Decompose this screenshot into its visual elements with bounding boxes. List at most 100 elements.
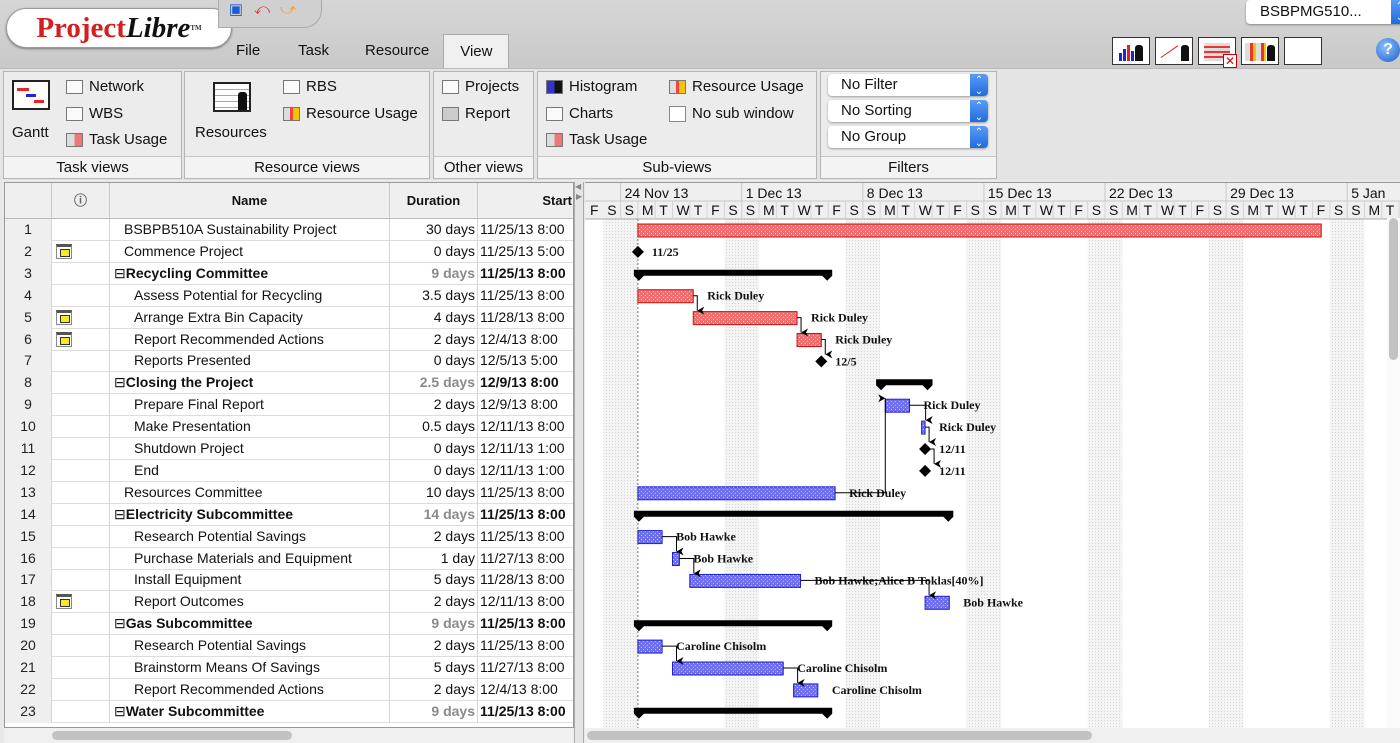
no-sub-window-checkbox[interactable]: [669, 105, 686, 122]
duration-cell[interactable]: 1 day: [390, 547, 478, 570]
start-cell[interactable]: 11/25/13 8:00: [478, 701, 573, 723]
row-number[interactable]: 16: [5, 547, 52, 570]
task-name-cell[interactable]: Arrange Extra Bin Capacity: [110, 306, 390, 329]
duration-cell[interactable]: 0 days: [390, 438, 478, 460]
collapse-icon[interactable]: ⊟: [114, 374, 126, 390]
task-name-cell[interactable]: ⊟Recycling Committee: [110, 262, 390, 285]
vertical-scroll-thumb[interactable]: [1389, 218, 1398, 360]
rbs-button[interactable]: RBS: [283, 78, 337, 95]
table-row[interactable]: 7 Reports Presented 0 days 12/5/13 5:00: [5, 350, 573, 373]
histogram-view-icon[interactable]: [1112, 37, 1150, 65]
menu-file[interactable]: File: [220, 34, 276, 68]
gantt-button[interactable]: Gantt: [6, 76, 58, 146]
task-name-cell[interactable]: Prepare Final Report: [110, 394, 390, 417]
start-cell[interactable]: 12/4/13 8:00: [478, 679, 573, 701]
table-row[interactable]: 11 Shutdown Project 0 days 12/11/13 1:00: [5, 438, 573, 460]
duration-cell[interactable]: 5 days: [390, 569, 478, 592]
gantt-horizontal-scrollbar[interactable]: [585, 728, 1400, 743]
row-number[interactable]: 15: [5, 525, 52, 548]
report-button[interactable]: Report: [442, 105, 510, 122]
duration-cell[interactable]: 10 days: [390, 481, 478, 504]
sub-task-usage-button[interactable]: Task Usage: [546, 131, 647, 148]
projects-button[interactable]: Projects: [442, 78, 519, 95]
collapse-icon[interactable]: ⊟: [114, 265, 126, 281]
charts-button[interactable]: Charts: [546, 105, 613, 122]
row-number[interactable]: 20: [5, 635, 52, 658]
blank-view-icon[interactable]: [1284, 37, 1322, 65]
duration-cell[interactable]: 2 days: [390, 328, 478, 351]
start-cell[interactable]: 11/25/13 8:00: [478, 219, 573, 241]
table-row[interactable]: 6 Report Recommended Actions 2 days 12/4/13…: [5, 328, 573, 351]
sorting-select[interactable]: No Sorting ⌃ ⌄: [828, 100, 988, 123]
table-row[interactable]: 15 Research Potential Savings 2 days 11/25/…: [5, 525, 573, 548]
start-cell[interactable]: 11/25/13 8:00: [478, 526, 573, 548]
table-row[interactable]: 18 Report Outcomes 2 days 12/11/13 8:00: [5, 591, 573, 614]
task-name-cell[interactable]: ⊟Gas Subcommittee: [110, 613, 390, 636]
task-name-cell[interactable]: Resources Committee: [110, 481, 390, 504]
start-cell[interactable]: 12/11/13 8:00: [478, 591, 573, 613]
no-sub-window-button[interactable]: No sub window: [669, 105, 794, 122]
start-cell[interactable]: 12/11/13 8:00: [478, 416, 573, 438]
row-number[interactable]: 17: [5, 569, 52, 592]
task-name-cell[interactable]: Shutdown Project: [110, 438, 390, 460]
task-name-cell[interactable]: Commence Project: [110, 240, 390, 263]
table-row[interactable]: 3 ⊟Recycling Committee 9 days 11/25/13 8:00: [5, 262, 573, 285]
task-name-cell[interactable]: Make Presentation: [110, 416, 390, 439]
table-row[interactable]: 2 Commence Project 0 days 11/25/13 5:00: [5, 240, 573, 263]
task-name-cell[interactable]: BSBPB510A Sustainability Project: [110, 219, 390, 241]
task-name-cell[interactable]: ⊟Water Subcommittee: [110, 700, 390, 723]
gantt-vertical-scrollbar[interactable]: [1387, 218, 1400, 728]
start-cell[interactable]: 11/25/13 8:00: [478, 285, 573, 307]
start-cell[interactable]: 11/25/13 8:00: [478, 635, 573, 657]
duration-cell[interactable]: 9 days: [390, 700, 478, 723]
start-cell[interactable]: 12/5/13 5:00: [478, 350, 573, 372]
start-cell[interactable]: 11/25/13 8:00: [478, 504, 573, 526]
menu-task[interactable]: Task: [276, 34, 351, 68]
duration-cell[interactable]: 9 days: [390, 262, 478, 285]
duration-cell[interactable]: 9 days: [390, 613, 478, 636]
table-row[interactable]: 8 ⊟Closing the Project 2.5 days 12/9/13 8:0…: [5, 372, 573, 395]
wbs-button[interactable]: WBS: [66, 105, 123, 122]
undo-icon[interactable]: ⤺: [253, 1, 271, 19]
row-number[interactable]: 7: [5, 350, 52, 373]
header-name[interactable]: Name: [110, 183, 390, 219]
start-cell[interactable]: 11/27/13 8:00: [478, 657, 573, 679]
duration-cell[interactable]: 4 days: [390, 306, 478, 329]
duration-cell[interactable]: 0 days: [390, 459, 478, 482]
table-horizontal-scrollbar[interactable]: [4, 728, 574, 743]
table-row[interactable]: 4 Assess Potential for Recycling 3.5 days 1…: [5, 284, 573, 307]
task-name-cell[interactable]: Purchase Materials and Equipment: [110, 547, 390, 570]
table-scroll-thumb[interactable]: [52, 731, 292, 740]
task-name-cell[interactable]: Reports Presented: [110, 350, 390, 373]
duration-cell[interactable]: 2.5 days: [390, 372, 478, 395]
resource-usage-view-icon[interactable]: [1241, 37, 1279, 65]
task-usage-button[interactable]: Task Usage: [66, 131, 167, 148]
row-number[interactable]: 14: [5, 503, 52, 526]
pane-splitter[interactable]: ◀ ▶: [574, 182, 584, 743]
resources-button[interactable]: Resources: [189, 76, 271, 146]
table-row[interactable]: 1 BSBPB510A Sustainability Project 30 days…: [5, 219, 573, 241]
table-row[interactable]: 21 Brainstorm Means Of Savings 5 days 11/27…: [5, 657, 573, 679]
duration-cell[interactable]: 2 days: [390, 635, 478, 658]
collapse-icon[interactable]: ⊟: [114, 615, 126, 631]
start-cell[interactable]: 11/28/13 8:00: [478, 307, 573, 329]
start-cell[interactable]: 11/27/13 8:00: [478, 548, 573, 570]
task-name-cell[interactable]: Research Potential Savings: [110, 635, 390, 658]
collapse-icon[interactable]: ⊟: [114, 703, 126, 719]
group-select[interactable]: No Group ⌃ ⌄: [828, 126, 988, 149]
table-row[interactable]: 5 Arrange Extra Bin Capacity 4 days 11/28/1…: [5, 306, 573, 329]
task-name-cell[interactable]: Brainstorm Means Of Savings: [110, 657, 390, 679]
start-cell[interactable]: 11/25/13 5:00: [478, 241, 573, 263]
start-cell[interactable]: 11/25/13 8:00: [478, 263, 573, 285]
duration-cell[interactable]: 0 days: [390, 350, 478, 373]
task-name-cell[interactable]: Install Equipment: [110, 569, 390, 592]
save-icon[interactable]: ▣: [227, 1, 245, 19]
task-name-cell[interactable]: Report Recommended Actions: [110, 328, 390, 351]
duration-cell[interactable]: 5 days: [390, 657, 478, 679]
header-indicators[interactable]: ⓘ: [52, 183, 110, 219]
start-cell[interactable]: 12/9/13 8:00: [478, 394, 573, 416]
table-row[interactable]: 17 Install Equipment 5 days 11/28/13 8:00: [5, 569, 573, 592]
row-number[interactable]: 18: [5, 591, 52, 614]
table-row[interactable]: 16 Purchase Materials and Equipment 1 day 1…: [5, 547, 573, 570]
duration-cell[interactable]: 2 days: [390, 678, 478, 701]
